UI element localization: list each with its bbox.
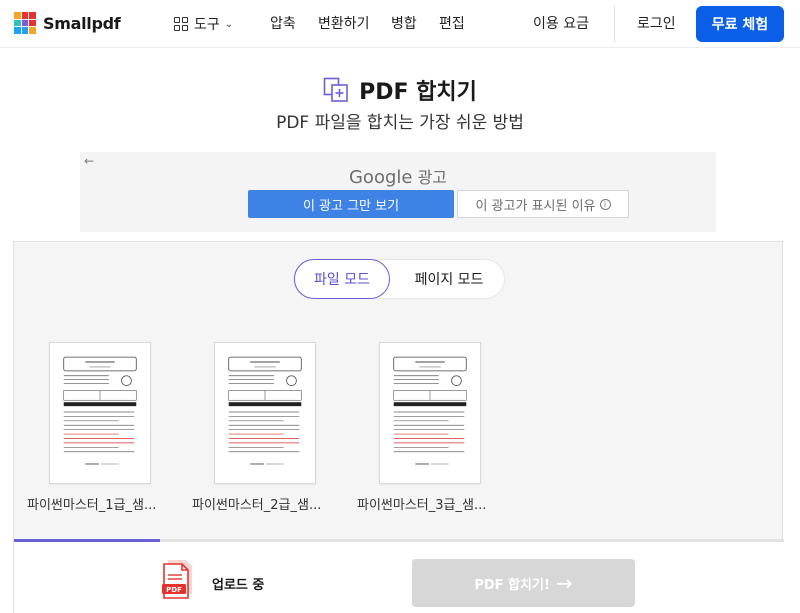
tools-label: 도구 (194, 17, 220, 33)
free-trial-button[interactable]: 무료 체험 (696, 6, 784, 42)
google-label: Google (348, 167, 413, 188)
page-subtitle: PDF 파일을 합치는 가장 쉬운 방법 (276, 113, 524, 133)
ad-label: 광고 (417, 168, 448, 187)
stop-ad-button[interactable]: 이 광고 그만 보기 (248, 190, 454, 218)
header-divider (614, 6, 615, 42)
why-ad-label: 이 광고가 표시된 이유 (475, 198, 596, 214)
top-header: Smallpdf 도구 ⌄ 압축 변환하기 병합 편집 이용 요금 로그인 무료… (0, 0, 800, 48)
grid-icon (174, 17, 188, 31)
mode-toggle: 파일 모드 페이지 모드 (293, 259, 505, 299)
page-mode-tab[interactable]: 페이지 모드 (394, 260, 504, 298)
login-link[interactable]: 로그인 (637, 0, 676, 48)
thumbnail-content (393, 356, 467, 465)
action-bar: PDF 업로드 중 PDF 합치기! → (14, 542, 784, 613)
google-ad-banner: ← Google 광고 이 광고 그만 보기 이 광고가 표시된 이유 i (80, 152, 716, 232)
nav-convert[interactable]: 변환하기 (318, 0, 370, 48)
pdf-file-icon: PDF (162, 560, 192, 599)
pricing-link[interactable]: 이용 요금 (533, 0, 589, 48)
merge-pdf-icon (323, 77, 348, 102)
merge-workspace: 파일 모드 페이지 모드 파이썬마스터_1급_샘... 파이썬마스터_2급_샘.… (13, 241, 784, 613)
file-card[interactable]: 파이썬마스터_1급_샘... (27, 342, 177, 522)
ad-header: Google 광고 (80, 164, 716, 188)
file-card[interactable]: 파이썬마스터_2급_샘... (192, 342, 342, 522)
file-card[interactable]: 파이썬마스터_3급_샘... (357, 342, 507, 522)
nav-compress[interactable]: 압축 (270, 0, 296, 48)
upload-status: 업로드 중 (212, 578, 265, 593)
file-name: 파이썬마스터_3급_샘... (357, 498, 487, 513)
thumbnail-content (63, 356, 137, 465)
brand-name: Smallpdf (43, 13, 121, 33)
title-row: PDF 합치기 (0, 74, 800, 106)
arrow-right-icon: → (555, 571, 573, 595)
smallpdf-logo[interactable]: Smallpdf (14, 12, 121, 34)
nav-merge[interactable]: 병합 (391, 0, 417, 48)
nav-edit[interactable]: 편집 (439, 0, 465, 48)
pdf-badge-label: PDF (166, 586, 182, 594)
pdf-thumbnail (379, 342, 481, 484)
pdf-thumbnail (49, 342, 151, 484)
chevron-down-icon: ⌄ (224, 18, 234, 30)
file-mode-tab[interactable]: 파일 모드 (294, 259, 390, 299)
merge-pdf-button[interactable]: PDF 합치기! → (412, 559, 635, 607)
why-ad-button[interactable]: 이 광고가 표시된 이유 i (457, 190, 629, 218)
logo-icon (14, 12, 36, 34)
tools-menu[interactable]: 도구 ⌄ (174, 0, 233, 48)
pdf-thumbnail (214, 342, 316, 484)
file-name: 파이썬마스터_2급_샘... (192, 498, 322, 513)
info-icon: i (599, 198, 611, 210)
file-name: 파이썬마스터_1급_샘... (27, 498, 157, 513)
thumbnail-content (228, 356, 302, 465)
page-title: PDF 합치기 (359, 80, 477, 105)
merge-button-label: PDF 합치기! (474, 577, 550, 593)
